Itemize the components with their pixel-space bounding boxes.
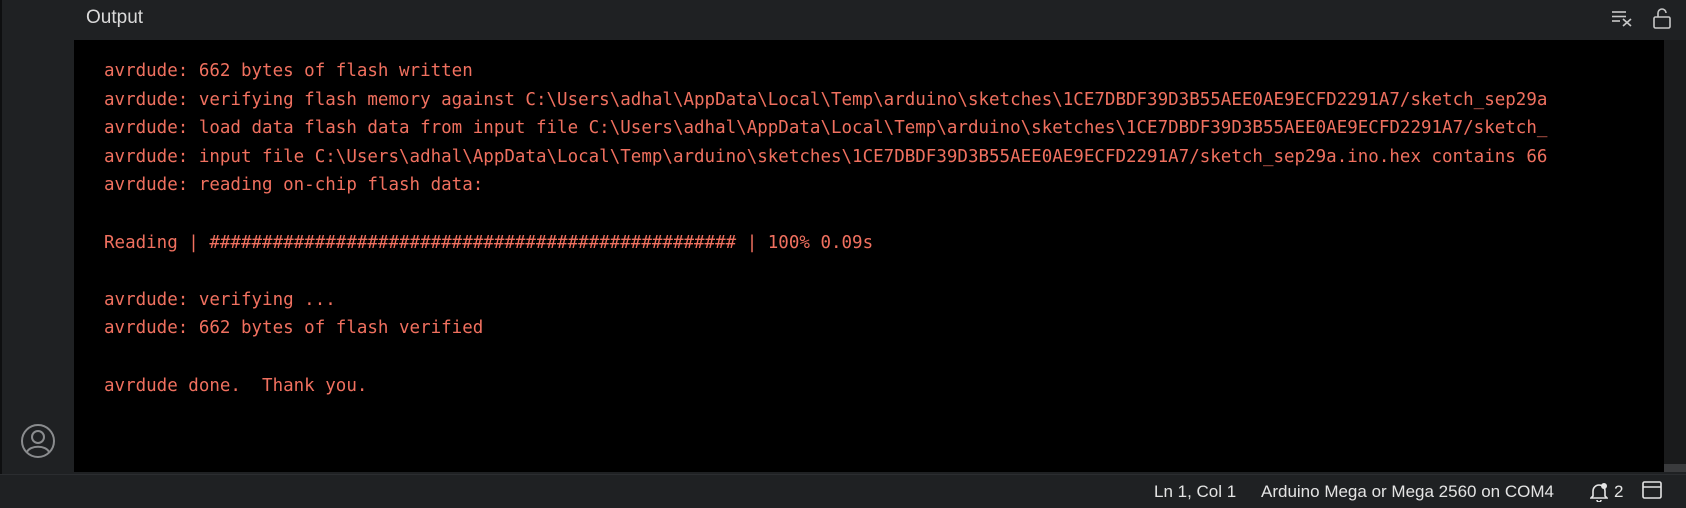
output-line: avrdude: verifying ... xyxy=(104,289,336,310)
output-line: avrdude done. Thank you. xyxy=(104,375,368,396)
activity-bar xyxy=(0,0,74,474)
output-line: avrdude: verifying flash memory against … xyxy=(104,89,1548,110)
output-line: avrdude: 662 bytes of flash verified xyxy=(104,318,484,339)
account-icon[interactable] xyxy=(18,421,58,461)
cursor-position[interactable]: Ln 1, Col 1 xyxy=(1154,482,1236,502)
bell-icon xyxy=(1590,483,1608,502)
output-panel-header: Output xyxy=(74,0,1686,40)
panel-title: Output xyxy=(86,7,144,28)
unlock-icon[interactable] xyxy=(1650,6,1674,30)
output-log: avrdude: 662 bytes of flash written avrdu… xyxy=(104,57,1547,400)
output-line: avrdude: input file C:\Users\adhal\AppDa… xyxy=(104,146,1548,167)
output-line: avrdude: load data flash data from input… xyxy=(104,118,1548,139)
ide-window: Output avrdude: 662 bytes of flash writt… xyxy=(0,0,1686,508)
window-edge xyxy=(0,0,2,474)
panel-actions xyxy=(1610,6,1674,30)
toggle-panel-icon[interactable] xyxy=(1642,481,1662,504)
status-bar: Ln 1, Col 1 Arduino Mega or Mega 2560 on… xyxy=(0,474,1686,508)
notification-count: 2 xyxy=(1614,482,1624,501)
notifications-button[interactable]: 2 xyxy=(1590,482,1623,502)
clear-output-icon[interactable] xyxy=(1610,6,1634,30)
vertical-scrollbar[interactable] xyxy=(1664,40,1686,472)
board-selector[interactable]: Arduino Mega or Mega 2560 on COM4 xyxy=(1261,482,1554,502)
scrollbar-thumb[interactable] xyxy=(1664,464,1686,472)
output-line: avrdude: reading on-chip flash data: xyxy=(104,175,484,196)
output-line: avrdude: 662 bytes of flash written xyxy=(104,61,473,81)
output-console[interactable]: avrdude: 662 bytes of flash written avrdu… xyxy=(74,40,1686,472)
output-line: Reading | ##############################… xyxy=(104,232,874,253)
